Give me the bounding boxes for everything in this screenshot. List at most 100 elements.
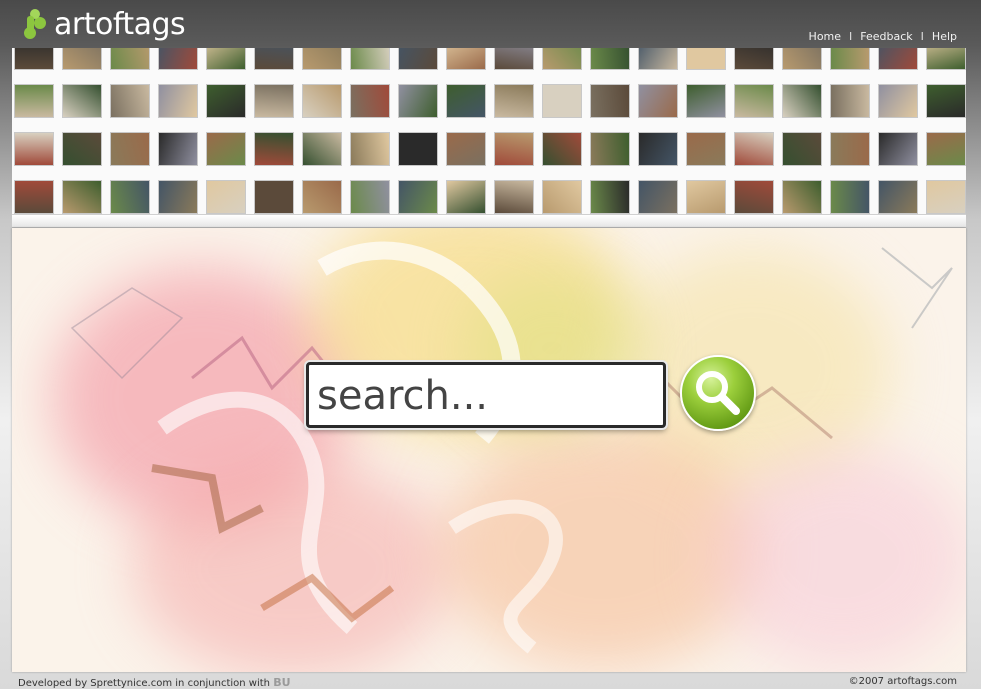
- photo-thumbnail[interactable]: [734, 48, 774, 70]
- photo-thumbnail[interactable]: [398, 84, 438, 118]
- nav-separator: I: [920, 30, 924, 43]
- photo-thumbnail[interactable]: [302, 84, 342, 118]
- photo-thumbnail[interactable]: [302, 132, 342, 166]
- photo-thumbnail[interactable]: [926, 180, 966, 214]
- photo-thumbnail[interactable]: [686, 180, 726, 214]
- footer-credits: Developed by Sprettynice.com in conjunct…: [18, 676, 291, 689]
- photo-thumbnail[interactable]: [734, 132, 774, 166]
- photo-thumbnail[interactable]: [926, 48, 966, 70]
- photo-thumbnail[interactable]: [542, 132, 582, 166]
- photo-thumbnail[interactable]: [206, 84, 246, 118]
- photo-thumbnail[interactable]: [734, 180, 774, 214]
- photo-thumbnail[interactable]: [398, 180, 438, 214]
- photo-thumbnail[interactable]: [830, 180, 870, 214]
- photo-thumbnail[interactable]: [14, 180, 54, 214]
- logo-text: artoftags: [54, 6, 186, 42]
- photo-thumbnail[interactable]: [14, 48, 54, 70]
- photo-thumbnail[interactable]: [590, 84, 630, 118]
- photo-thumbnail[interactable]: [350, 48, 390, 70]
- logo[interactable]: artoftags: [22, 6, 186, 42]
- strip-divider: [12, 214, 966, 228]
- photo-thumbnail[interactable]: [158, 132, 198, 166]
- photo-thumbnail[interactable]: [638, 84, 678, 118]
- photo-thumbnail[interactable]: [638, 48, 678, 70]
- tag-art-background: [12, 228, 966, 672]
- photo-thumbnail[interactable]: [830, 48, 870, 70]
- photo-thumbnail[interactable]: [110, 180, 150, 214]
- photo-thumbnail[interactable]: [302, 48, 342, 70]
- photo-thumbnail[interactable]: [878, 180, 918, 214]
- photo-thumbnail[interactable]: [350, 132, 390, 166]
- photo-thumbnail[interactable]: [350, 84, 390, 118]
- photo-thumbnail[interactable]: [590, 132, 630, 166]
- photo-thumbnail[interactable]: [878, 84, 918, 118]
- photo-thumbnail[interactable]: [158, 48, 198, 70]
- search-button[interactable]: [680, 355, 756, 431]
- photo-thumbnail[interactable]: [782, 48, 822, 70]
- nav-help[interactable]: Help: [932, 30, 957, 43]
- photo-thumbnail[interactable]: [62, 48, 102, 70]
- search-box: [306, 362, 666, 428]
- photo-thumbnail[interactable]: [398, 48, 438, 70]
- photo-thumbnail[interactable]: [638, 180, 678, 214]
- photo-thumbnail[interactable]: [686, 132, 726, 166]
- photo-thumbnail[interactable]: [110, 132, 150, 166]
- photo-thumbnail[interactable]: [926, 132, 966, 166]
- photo-thumbnail[interactable]: [878, 132, 918, 166]
- photo-thumbnail[interactable]: [542, 84, 582, 118]
- photo-thumbnail[interactable]: [14, 84, 54, 118]
- thumbnail-strip: [12, 48, 966, 216]
- art-strokes: [70, 241, 953, 654]
- photo-thumbnail[interactable]: [542, 48, 582, 70]
- nav-feedback[interactable]: Feedback: [860, 30, 912, 43]
- photo-thumbnail[interactable]: [398, 132, 438, 166]
- photo-thumbnail[interactable]: [62, 132, 102, 166]
- photo-thumbnail[interactable]: [782, 180, 822, 214]
- photo-thumbnail[interactable]: [254, 48, 294, 70]
- nav-separator: I: [849, 30, 853, 43]
- photo-thumbnail[interactable]: [206, 48, 246, 70]
- photo-thumbnail[interactable]: [782, 132, 822, 166]
- photo-thumbnail[interactable]: [734, 84, 774, 118]
- photo-thumbnail[interactable]: [446, 180, 486, 214]
- photo-thumbnail[interactable]: [494, 132, 534, 166]
- photo-thumbnail[interactable]: [878, 48, 918, 70]
- photo-thumbnail[interactable]: [590, 48, 630, 70]
- photo-thumbnail[interactable]: [446, 132, 486, 166]
- photo-thumbnail[interactable]: [494, 180, 534, 214]
- photo-thumbnail[interactable]: [830, 84, 870, 118]
- photo-thumbnail[interactable]: [110, 84, 150, 118]
- photo-thumbnail[interactable]: [206, 132, 246, 166]
- photo-thumbnail[interactable]: [494, 84, 534, 118]
- nav-home[interactable]: Home: [809, 30, 841, 43]
- top-nav: Home I Feedback I Help: [809, 30, 957, 43]
- photo-thumbnail[interactable]: [542, 180, 582, 214]
- photo-thumbnail[interactable]: [350, 180, 390, 214]
- photo-thumbnail[interactable]: [830, 132, 870, 166]
- photo-thumbnail[interactable]: [638, 132, 678, 166]
- credits-text: Developed by Sprettynice.com in conjunct…: [18, 678, 271, 689]
- photo-thumbnail[interactable]: [206, 180, 246, 214]
- photo-thumbnail[interactable]: [446, 48, 486, 70]
- photo-thumbnail[interactable]: [926, 84, 966, 118]
- copyright: ©2007 artoftags.com: [848, 676, 957, 687]
- photo-thumbnail[interactable]: [62, 180, 102, 214]
- photo-thumbnail[interactable]: [158, 84, 198, 118]
- photo-thumbnail[interactable]: [110, 48, 150, 70]
- bu-logo[interactable]: BU: [273, 676, 290, 689]
- photo-thumbnail[interactable]: [494, 48, 534, 70]
- photo-thumbnail[interactable]: [590, 180, 630, 214]
- photo-thumbnail[interactable]: [14, 132, 54, 166]
- photo-thumbnail[interactable]: [254, 132, 294, 166]
- photo-thumbnail[interactable]: [302, 180, 342, 214]
- photo-thumbnail[interactable]: [686, 84, 726, 118]
- photo-thumbnail[interactable]: [62, 84, 102, 118]
- photo-thumbnail[interactable]: [446, 84, 486, 118]
- logo-icon: [24, 9, 46, 39]
- photo-thumbnail[interactable]: [254, 180, 294, 214]
- search-input[interactable]: [315, 369, 659, 423]
- photo-thumbnail[interactable]: [782, 84, 822, 118]
- photo-thumbnail[interactable]: [254, 84, 294, 118]
- photo-thumbnail[interactable]: [686, 48, 726, 70]
- photo-thumbnail[interactable]: [158, 180, 198, 214]
